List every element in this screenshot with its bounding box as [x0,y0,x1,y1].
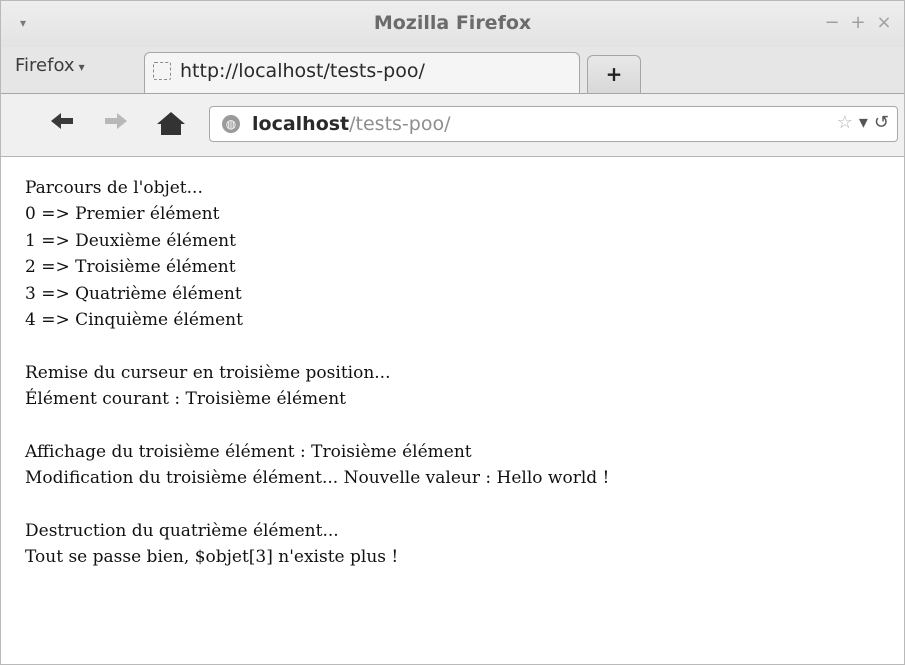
output-line: Remise du curseur en troisième position.… [25,362,391,383]
forward-button[interactable] [101,110,131,138]
bookmark-star-icon[interactable]: ☆ [837,112,853,133]
home-button[interactable] [156,110,186,138]
output-line: Destruction du quatrième élément... [25,521,339,542]
new-tab-button[interactable]: + [587,55,641,93]
output-line: 0 => Premier élément [25,204,220,225]
page-favicon-icon [153,62,171,80]
output-line: Modification du troisième élément... Nou… [25,468,610,489]
plus-icon: + [605,62,623,86]
navigation-toolbar: ◍ localhost/tests-poo/ ☆ ▾ ↺ [1,93,904,157]
output-line: Tout se passe bien, $objet[3] n'existe p… [25,547,399,568]
page-content: Parcours de l'objet... 0 => Premier élém… [25,175,885,571]
firefox-menu-button[interactable]: Firefox ▾ [15,55,85,76]
output-line: 1 => Deuxième élément [25,230,236,251]
maximize-button[interactable]: + [849,13,867,33]
globe-icon: ◍ [222,115,240,133]
history-dropdown-icon[interactable]: ▾ [859,112,868,133]
output-line: Affichage du troisième élément : Troisiè… [25,441,472,462]
output-line: 3 => Quatrième élément [25,283,242,304]
minimize-button[interactable]: − [823,13,841,33]
output-line: Élément courant : Troisième élément [25,389,347,410]
reload-icon[interactable]: ↺ [874,112,889,133]
forward-arrow-icon [105,113,127,129]
url-text[interactable]: localhost/tests-poo/ [252,113,451,135]
home-icon [157,112,185,135]
output-line: 2 => Troisième élément [25,257,236,278]
url-bar[interactable]: ◍ localhost/tests-poo/ ☆ ▾ ↺ [209,106,898,142]
back-arrow-icon [51,113,73,129]
back-button[interactable] [47,110,77,138]
window-title: Mozilla Firefox [373,12,532,34]
firefox-menu-label: Firefox [15,55,75,76]
close-button[interactable]: × [875,13,893,33]
url-path: /tests-poo/ [349,113,451,135]
chevron-down-icon: ▾ [78,60,85,74]
tab-title: http://localhost/tests-poo/ [180,60,425,82]
tab-strip: Firefox ▾ http://localhost/tests-poo/ + [1,47,904,93]
active-tab[interactable]: http://localhost/tests-poo/ [144,52,580,93]
output-line: Parcours de l'objet... [25,178,203,198]
title-bar: ▾ Mozilla Firefox − + × [1,1,904,47]
output-line: 4 => Cinquième élément [25,309,243,330]
browser-window: ▾ Mozilla Firefox − + × Firefox ▾ http://… [0,0,905,665]
url-bar-actions: ☆ ▾ ↺ [831,112,889,133]
url-host: localhost [252,113,350,135]
